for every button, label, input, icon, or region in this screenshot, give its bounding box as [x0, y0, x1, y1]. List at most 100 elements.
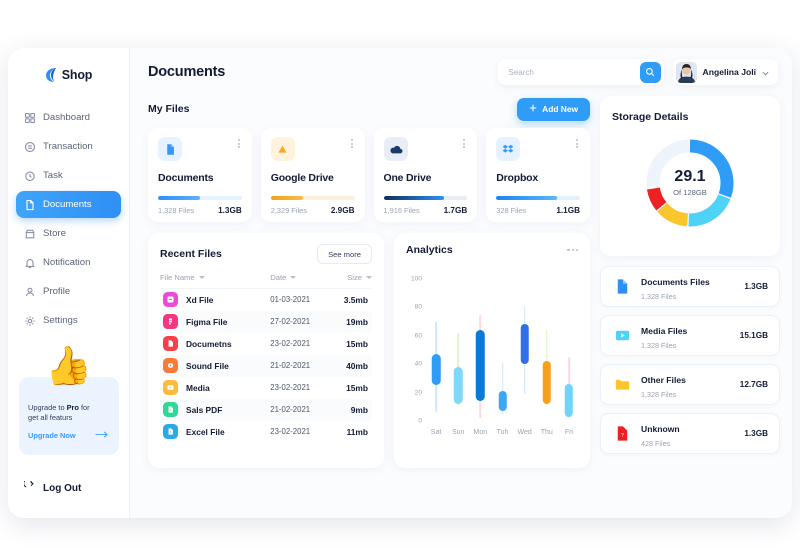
- table-row[interactable]: X Excel File 23-02-2021 11mb: [160, 421, 372, 443]
- sidebar-item-documents[interactable]: Documents: [16, 191, 121, 218]
- storage-title: Storage Details: [612, 111, 689, 123]
- search-input[interactable]: [508, 67, 640, 77]
- storage-row-other[interactable]: Other Files 1,328 Files 12.7GB: [600, 364, 780, 405]
- file-date: 01-03-2021: [270, 295, 311, 305]
- file-date: 21-02-2021: [270, 361, 311, 370]
- profile-menu[interactable]: Angelina Joli: [672, 59, 778, 85]
- file-card-size: 1.7GB: [443, 205, 468, 215]
- sidebar: Shop Dashboard Transaction Task Document…: [8, 48, 130, 518]
- more-vertical-icon[interactable]: [236, 137, 242, 150]
- file-card-dropbox[interactable]: Dropbox 328 Files 1.1GB: [486, 128, 590, 222]
- logout-button[interactable]: Log Out: [23, 478, 81, 496]
- sidebar-item-notification[interactable]: Notification: [16, 249, 121, 276]
- sort-caret-icon: [198, 276, 205, 279]
- sort-caret-icon: [290, 276, 297, 279]
- table-row[interactable]: Figma File 27-02-2021 19mb: [160, 310, 372, 333]
- upgrade-now-link[interactable]: Upgrade Now: [28, 431, 110, 440]
- storage-row-count: 1,328 Files: [641, 341, 677, 350]
- storage-used: 29.1: [674, 168, 706, 185]
- table-header-row: File Name Date Size: [160, 273, 372, 289]
- recent-files-header: Recent Files See more: [160, 244, 372, 264]
- file-date: 23-02-2021: [270, 339, 311, 348]
- chart-y-tick: 80: [414, 303, 422, 311]
- chart-candle-body: [431, 354, 441, 386]
- more-horizontal-icon[interactable]: [567, 248, 578, 252]
- more-vertical-icon[interactable]: [349, 137, 355, 150]
- thumbs-up-icon: 👍: [41, 342, 95, 392]
- recent-files-title: Recent Files: [160, 248, 222, 260]
- chart-candle: [469, 279, 491, 421]
- table-row[interactable]: Media 23-02-2021 15mb: [160, 377, 372, 399]
- brand-name: Shop: [61, 68, 93, 82]
- sidebar-item-label: Documents: [43, 199, 92, 210]
- file-size: 15mb: [346, 382, 368, 393]
- chart-y-axis: 0 20 40 60 80 100: [404, 276, 422, 425]
- sidebar-item-label: Store: [43, 228, 66, 239]
- unknown-file-icon: ?: [612, 424, 632, 444]
- column-file-name[interactable]: File Name: [160, 273, 271, 289]
- file-size: 3.5mb: [343, 294, 368, 305]
- chart-y-tick: 60: [414, 332, 422, 340]
- column-size[interactable]: Size: [329, 273, 372, 289]
- table-row[interactable]: Xd File 01-03-2021 3.5mb: [160, 289, 372, 311]
- sidebar-item-label: Settings: [43, 315, 78, 326]
- donut-center-label: 29.1 Of 128GB: [673, 168, 707, 198]
- sidebar-item-settings[interactable]: Settings: [16, 307, 121, 334]
- file-date: 21-02-2021: [270, 405, 311, 414]
- brand-logo[interactable]: Shop: [8, 62, 129, 88]
- media-file-icon: [612, 326, 632, 346]
- storage-row-unknown[interactable]: ? Unknown 428 Files 1.3GB: [600, 413, 780, 454]
- table-row[interactable]: Sound File 21-02-2021 40mb: [160, 354, 372, 377]
- clock-icon: [24, 170, 36, 182]
- topbar-right: Angelina Joli: [497, 59, 778, 85]
- storage-row-documents[interactable]: Documents Files 1,328 Files 1.3GB: [600, 266, 780, 307]
- sidebar-item-task[interactable]: Task: [16, 162, 121, 189]
- file-card-documents[interactable]: Documents 1,328 Files 1.3GB: [148, 128, 252, 222]
- file-name: Sals PDF: [186, 404, 223, 415]
- search-button[interactable]: [639, 61, 661, 83]
- screenshot-frame: Shop Dashboard Transaction Task Document…: [0, 0, 800, 560]
- sidebar-item-profile[interactable]: Profile: [16, 278, 121, 305]
- storage-row-size: 12.7GB: [739, 380, 768, 389]
- analytics-header: Analytics: [406, 244, 578, 256]
- sidebar-item-transaction[interactable]: Transaction: [16, 133, 121, 160]
- lower-row: Recent Files See more File Name Date Siz…: [148, 233, 590, 468]
- sidebar-item-label: Notification: [43, 257, 91, 268]
- app-window: Shop Dashboard Transaction Task Document…: [8, 48, 792, 518]
- document-file-icon: [612, 277, 632, 297]
- more-vertical-icon[interactable]: [461, 137, 467, 150]
- sidebar-item-store[interactable]: Store: [16, 220, 121, 247]
- sidebar-item-label: Transaction: [43, 141, 93, 152]
- table-row[interactable]: Documetns 23-02-2021 15mb: [160, 333, 372, 355]
- file-name: Excel File: [186, 426, 225, 437]
- file-card-name: Documents: [158, 172, 214, 184]
- see-more-button[interactable]: See more: [317, 244, 372, 264]
- sidebar-item-label: Profile: [43, 286, 71, 297]
- chart-x-tick: Thu: [540, 429, 553, 436]
- table-row[interactable]: P Sals PDF 21-02-2021 9mb: [160, 398, 372, 421]
- chart-x-tick: Mon: [473, 429, 488, 436]
- file-card-one-drive[interactable]: One Drive 1,916 Files 1.7GB: [373, 128, 478, 222]
- chevron-down-icon: [762, 63, 769, 81]
- storage-row-count: 428 Files: [641, 439, 671, 448]
- storage-donut-chart: 29.1 Of 128GB: [640, 133, 740, 233]
- column-file-name-label: File Name: [160, 273, 195, 282]
- file-date: 27-02-2021: [270, 317, 311, 326]
- sidebar-item-dashboard[interactable]: Dashboard: [16, 104, 121, 131]
- bell-icon: [24, 257, 36, 269]
- progress-fill: [270, 196, 303, 200]
- storage-row-media[interactable]: Media Files 1,328 Files 15.1GB: [600, 315, 780, 356]
- analytics-title: Analytics: [406, 244, 453, 256]
- file-name: Figma File: [186, 316, 228, 327]
- column-date[interactable]: Date: [270, 273, 330, 289]
- add-new-button[interactable]: Add New: [517, 97, 590, 121]
- chart-candle-body: [498, 391, 507, 412]
- more-vertical-icon[interactable]: [574, 137, 580, 150]
- progress-track: [383, 196, 468, 200]
- file-card-google-drive[interactable]: Google Drive 2,329 Files 2.9GB: [260, 128, 365, 222]
- right-column: Storage Details 29.1 Of 128GB Documents …: [600, 96, 780, 518]
- file-name: Xd File: [186, 294, 214, 305]
- chart-x-tick: Tuh: [496, 429, 509, 436]
- document-file-icon: [163, 336, 178, 351]
- chart-x-tick: Fri: [564, 429, 573, 436]
